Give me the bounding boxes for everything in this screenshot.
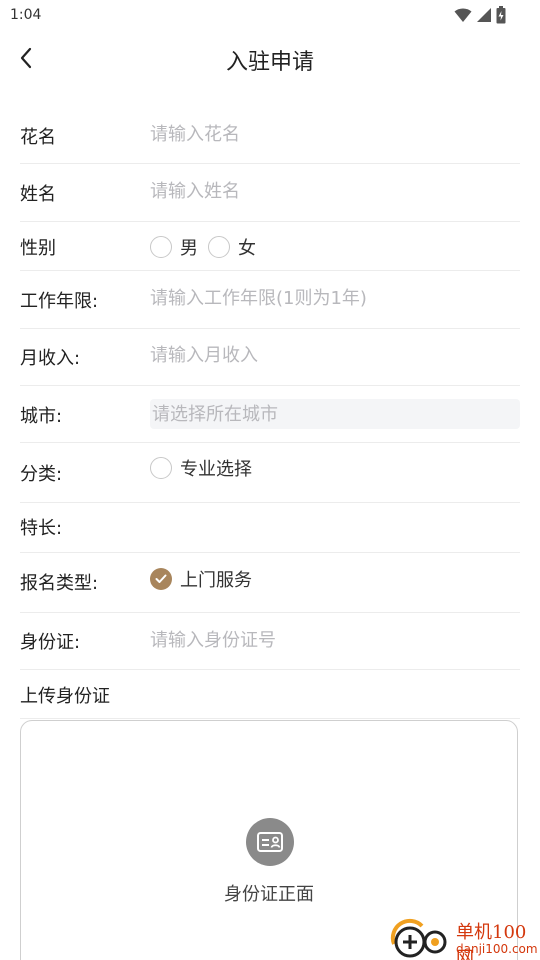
city-label: 城市:: [20, 406, 63, 427]
nav-bar: 入驻申请: [0, 32, 540, 84]
nickname-row: 花名: [20, 106, 520, 164]
watermark: 单机100网 danji100.com: [390, 916, 540, 960]
nickname-input[interactable]: [150, 119, 520, 149]
signup-type-label: 报名类型:: [20, 573, 99, 594]
id-front-label: 身份证正面: [224, 884, 314, 905]
id-card-row: 身份证:: [20, 613, 520, 670]
upload-id-label: 上传身份证: [20, 686, 110, 707]
page-title: 入驻申请: [225, 50, 314, 75]
nickname-label: 花名: [20, 127, 56, 148]
radio-circle-icon: [150, 457, 172, 479]
radio-circle-icon: [208, 236, 230, 258]
id-card-icon: [246, 818, 294, 866]
gender-radio-group: 男 女: [150, 234, 266, 260]
income-label: 月收入:: [20, 348, 81, 369]
radio-circle-icon: [150, 236, 172, 258]
work-years-row: 工作年限:: [20, 271, 520, 329]
specialty-label: 特长:: [20, 518, 63, 539]
wifi-icon: [454, 8, 472, 22]
signal-icon: [477, 8, 491, 22]
category-option-group: 专业选择: [150, 455, 262, 481]
battery-icon: [496, 6, 506, 24]
gender-option-label: 男: [180, 238, 198, 259]
upload-divider: [20, 718, 520, 719]
income-row: 月收入:: [20, 329, 520, 386]
city-select[interactable]: [150, 399, 520, 429]
income-input[interactable]: [150, 340, 520, 370]
status-bar: 1:04: [0, 0, 540, 32]
signup-type-row: 报名类型: 上门服务: [20, 553, 520, 613]
work-years-input[interactable]: [150, 283, 520, 313]
signup-type-option-label: 上门服务: [180, 570, 252, 591]
work-years-label: 工作年限:: [20, 291, 99, 312]
specialty-row: 特长:: [20, 503, 520, 553]
gender-row: 性别 男 女: [20, 222, 520, 271]
gender-label: 性别: [20, 238, 56, 259]
signup-type-option-group: 上门服务: [150, 566, 262, 592]
gender-option-label: 女: [238, 238, 256, 259]
checkmark-circle-icon: [150, 568, 172, 590]
status-icons: [454, 6, 506, 24]
name-row: 姓名: [20, 164, 520, 222]
city-row: 城市:: [20, 386, 520, 443]
status-time: 1:04: [10, 7, 42, 23]
signup-type-option[interactable]: 上门服务: [150, 566, 252, 592]
category-row: 分类: 专业选择: [20, 443, 520, 503]
site-logo-icon: [390, 918, 447, 958]
name-input[interactable]: [150, 176, 520, 206]
category-option-label: 专业选择: [180, 459, 252, 480]
gender-option-female[interactable]: 女: [208, 234, 256, 260]
watermark-url: danji100.com: [456, 942, 538, 956]
category-option[interactable]: 专业选择: [150, 455, 252, 481]
name-label: 姓名: [20, 184, 56, 205]
gender-option-male[interactable]: 男: [150, 234, 198, 260]
id-card-input[interactable]: [150, 625, 520, 655]
category-label: 分类:: [20, 464, 63, 485]
id-card-label: 身份证:: [20, 632, 81, 653]
